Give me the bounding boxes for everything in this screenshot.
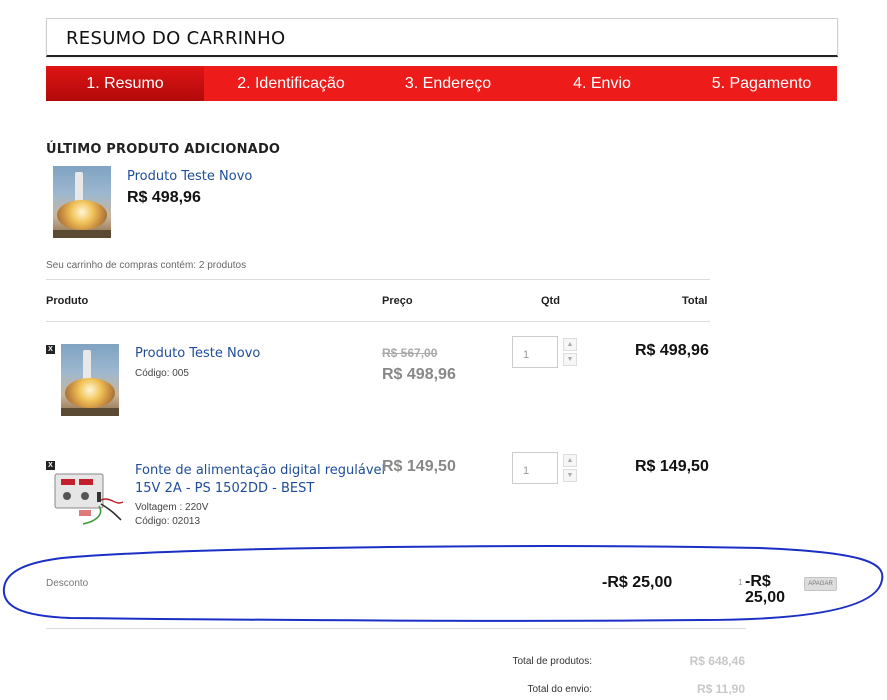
last-added-product-price: R$ 498,96 xyxy=(127,189,201,206)
old-price: R$ 567,00 xyxy=(382,346,438,360)
quantity-input[interactable]: 1 xyxy=(512,452,558,484)
summary-products-value: R$ 648,46 xyxy=(689,654,745,668)
product-name-line: Fonte de alimentação digital regulável xyxy=(135,463,386,478)
step-endereco[interactable]: 3. Endereço xyxy=(378,66,518,101)
step-identificacao[interactable]: 2. Identificação xyxy=(204,66,378,101)
divider xyxy=(46,279,710,280)
product-image[interactable] xyxy=(53,466,125,528)
unit-price: R$ 498,96 xyxy=(382,366,456,383)
header-product: Produto xyxy=(46,295,89,307)
product-voltage: Voltagem : 220V xyxy=(135,502,209,513)
qty-increase-button[interactable]: ▲ xyxy=(563,454,577,467)
divider xyxy=(46,628,746,629)
discount-total-line: -R$ xyxy=(745,573,771,590)
page-title: RESUMO DO CARRINHO xyxy=(66,28,286,49)
last-added-heading: ÚLTIMO PRODUTO ADICIONADO xyxy=(46,142,281,157)
checkout-steps: 1. Resumo 2. Identificação 3. Endereço 4… xyxy=(46,66,837,101)
discount-total-line: 25,00 xyxy=(745,589,786,606)
last-added-product-image[interactable] xyxy=(53,166,111,238)
header-qty: Qtd xyxy=(541,295,560,307)
discount-total: -R$ 25,00 xyxy=(745,574,790,606)
divider xyxy=(46,321,710,322)
product-image[interactable] xyxy=(61,344,119,416)
line-total: R$ 149,50 xyxy=(635,458,709,475)
discount-label: Desconto xyxy=(46,578,89,589)
product-link[interactable]: Produto Teste Novo xyxy=(135,345,260,363)
last-added-product-link[interactable]: Produto Teste Novo xyxy=(127,169,252,184)
line-total: R$ 498,96 xyxy=(635,342,709,359)
qty-decrease-button[interactable]: ▼ xyxy=(563,469,577,482)
unit-price: R$ 149,50 xyxy=(382,458,456,475)
summary-shipping-label: Total do envio: xyxy=(527,684,593,695)
summary-shipping-value: R$ 11,90 xyxy=(696,682,745,696)
header-price: Preço xyxy=(382,295,413,307)
quantity-input[interactable]: 1 xyxy=(512,336,558,368)
discount-value: -R$ 25,00 xyxy=(602,574,673,591)
qty-increase-button[interactable]: ▲ xyxy=(563,338,577,351)
step-envio[interactable]: 4. Envio xyxy=(518,66,686,101)
header-total: Total xyxy=(682,295,708,307)
discount-qty: 1 xyxy=(738,578,743,587)
cart-count-text: Seu carrinho de compras contém: 2 produt… xyxy=(46,260,247,271)
delete-discount-button[interactable]: APAGAR xyxy=(804,577,837,591)
remove-item-button[interactable]: X xyxy=(46,345,55,354)
qty-decrease-button[interactable]: ▼ xyxy=(563,353,577,366)
cart-title-box: RESUMO DO CARRINHO xyxy=(46,18,838,57)
product-code: Código: 005 xyxy=(135,368,189,379)
summary-products-label: Total de produtos: xyxy=(512,656,593,667)
product-link[interactable]: Fonte de alimentação digital regulável 1… xyxy=(135,462,385,498)
step-pagamento[interactable]: 5. Pagamento xyxy=(686,66,837,101)
step-resumo[interactable]: 1. Resumo xyxy=(46,66,204,101)
product-name-line: 15V 2A - PS 1502DD - BEST xyxy=(135,481,315,496)
product-code: Código: 02013 xyxy=(135,516,201,527)
